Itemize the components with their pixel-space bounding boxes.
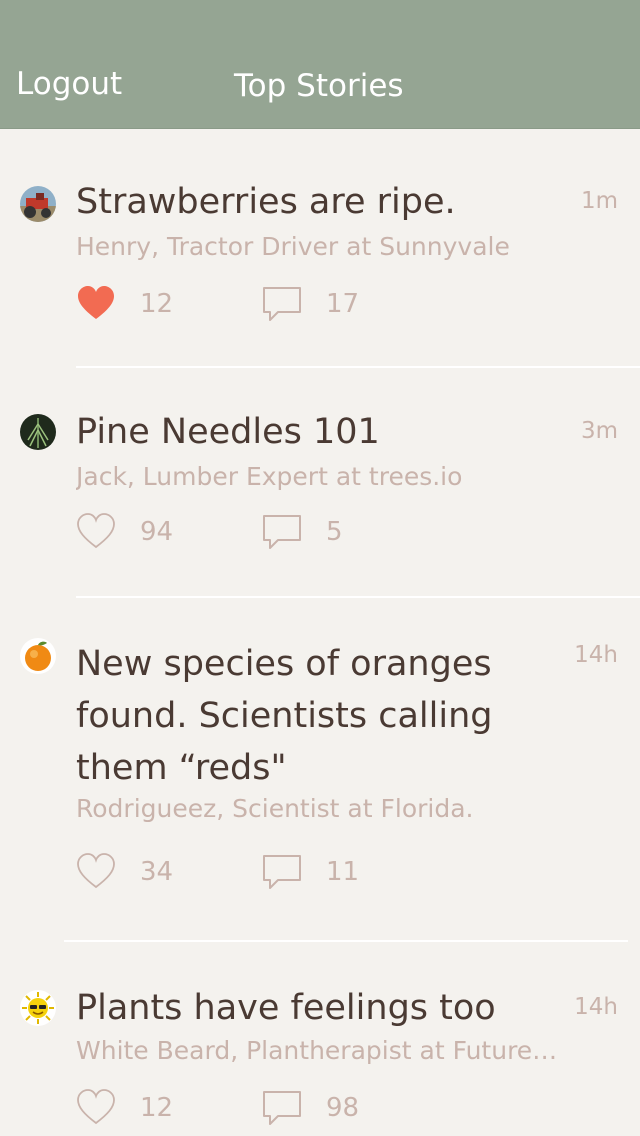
like-count: 34 [140,857,174,887]
comment-count: 17 [326,289,360,319]
comment-icon[interactable] [262,284,302,324]
story-title[interactable]: Strawberries are ripe. [76,176,536,228]
story-time: 3m [580,418,618,444]
comment-count: 98 [326,1093,360,1123]
story-title[interactable]: Plants have feelings too [76,982,536,1034]
comment-icon[interactable] [262,1088,302,1128]
comment-icon[interactable] [262,512,302,552]
comment-count: 11 [326,857,360,887]
story-time: 1m [580,188,618,214]
story-author: Henry, Tractor Driver at Sunnyvale [76,232,510,261]
heart-outline-icon[interactable] [76,1088,116,1128]
comment-count: 5 [326,517,343,547]
story-title[interactable]: Pine Needles 101 [76,406,536,458]
heart-filled-icon[interactable] [76,284,116,324]
story-author: White Beard, Plantherapist at Future… [76,1036,558,1065]
story-actions: 12 98 [76,1088,476,1128]
story-item[interactable]: Pine Needles 101 3m Jack, Lumber Expert … [0,368,640,596]
story-author: Rodrigueez, Scientist at Florida. [76,794,474,823]
orange-avatar[interactable] [20,638,56,674]
story-item[interactable]: Strawberries are ripe. 1m Henry, Tractor… [0,128,640,368]
like-count: 94 [140,517,174,547]
story-actions: 12 17 [76,284,476,324]
like-count: 12 [140,1093,174,1123]
story-item[interactable]: New species of oranges found. Scientists… [0,598,640,940]
story-title[interactable]: New species of oranges found. Scientists… [76,638,536,794]
page-title: Top Stories [234,68,404,104]
navigation-bar: Logout Top Stories [0,0,640,129]
heart-outline-icon[interactable] [76,852,116,892]
tractor-avatar[interactable] [20,186,56,222]
like-count: 12 [140,289,174,319]
story-time: 14h [574,994,618,1020]
screen: Logout Top Stories Strawberries are ripe… [0,0,640,1136]
logout-button[interactable]: Logout [16,64,122,104]
story-time: 14h [574,642,618,668]
story-actions: 34 11 [76,852,476,892]
comment-icon[interactable] [262,852,302,892]
story-item[interactable]: Plants have feelings too 14h White Beard… [0,942,640,1136]
story-author: Jack, Lumber Expert at trees.io [76,462,463,491]
pine-avatar[interactable] [20,414,56,450]
heart-outline-icon[interactable] [76,512,116,552]
story-actions: 94 5 [76,512,476,552]
sun-avatar[interactable] [20,990,56,1026]
